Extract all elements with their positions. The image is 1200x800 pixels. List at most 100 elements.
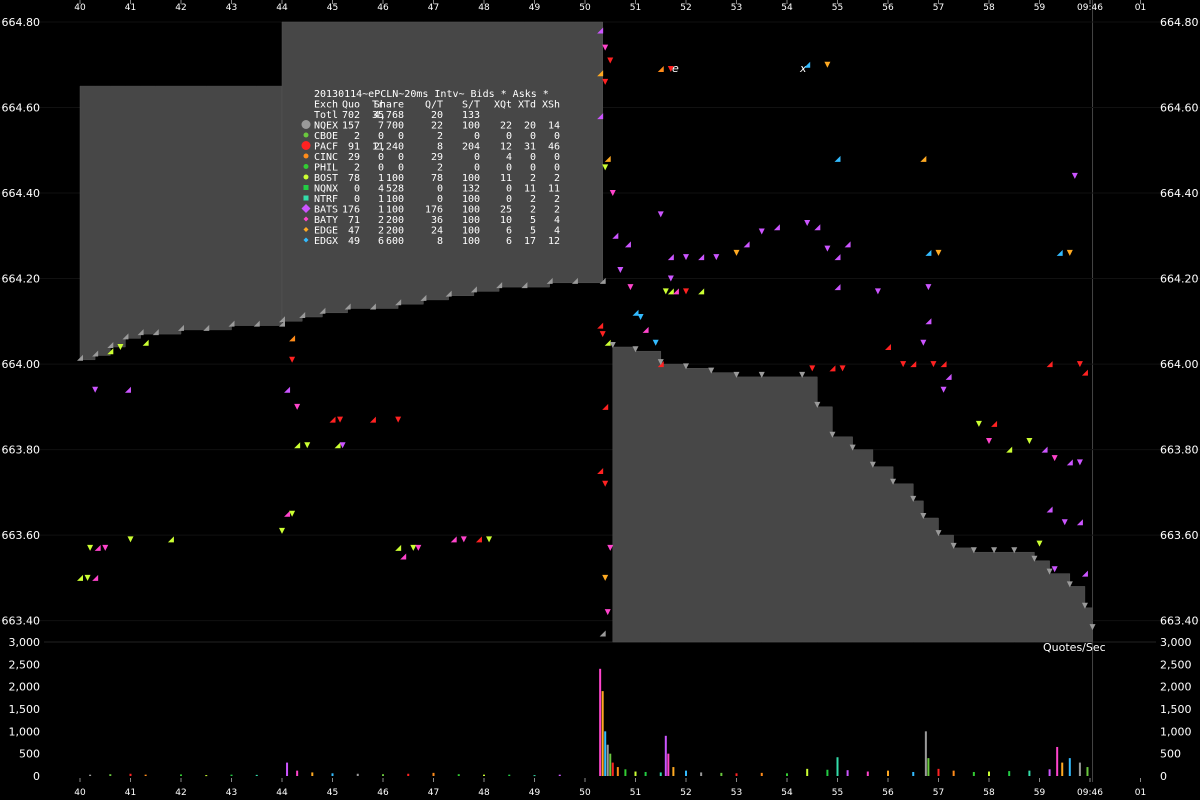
quote-marker <box>604 609 611 616</box>
volume-tick-label-right: 2,500 <box>1160 658 1192 671</box>
quote-marker <box>617 267 624 273</box>
legend-row-cell: 2 <box>554 194 560 205</box>
volume-tick-label-left: 3,000 <box>9 636 41 649</box>
quote-marker <box>415 544 422 551</box>
volume-bar <box>720 772 723 776</box>
legend-header-cell: Quo <box>342 100 360 111</box>
quote-marker <box>935 249 942 256</box>
volume-bar <box>644 771 647 776</box>
volume-bar <box>1061 762 1064 776</box>
legend-row-cell: 46 <box>548 142 560 153</box>
volume-bar <box>1056 746 1059 776</box>
volume-tick-label-right: 2,000 <box>1160 681 1192 694</box>
volume-bar <box>664 735 667 776</box>
volume-bar <box>700 772 703 776</box>
legend-row-cell: 12 <box>500 142 512 153</box>
x-tick-label-bottom: 45 <box>327 788 338 798</box>
quote-marker <box>369 416 376 423</box>
quote-marker <box>925 249 932 256</box>
legend-row-cell: NQNX <box>314 184 338 195</box>
legend-row-cell: 2 <box>378 215 384 226</box>
quote-marker <box>632 309 639 316</box>
legend-row-cell: 200 <box>386 215 404 226</box>
legend-row-cell: 4 <box>554 226 560 237</box>
quote-marker <box>1051 566 1058 573</box>
quote-marker <box>1036 540 1043 547</box>
volume-bar <box>937 768 940 776</box>
quote-marker <box>337 416 344 423</box>
quote-marker <box>334 442 341 449</box>
x-tick-label-top: 46 <box>377 3 389 13</box>
legend-total-cell: 20 <box>431 110 443 121</box>
legend-row-cell: 7 <box>378 121 384 132</box>
volume-bar <box>599 668 602 776</box>
x-tick-label-top: 59 <box>1034 3 1046 13</box>
legend-row-cell: 11 <box>548 184 560 195</box>
x-tick-label-top: 40 <box>74 3 86 13</box>
volume-bar <box>601 691 604 776</box>
x-tick-label-bottom: 41 <box>125 788 136 798</box>
x-tick-label-bottom: 59 <box>1034 788 1046 798</box>
quote-marker <box>1061 519 1068 526</box>
x-tick-label-top: 01 <box>1135 3 1146 13</box>
legend-row-cell: 0 <box>354 184 360 195</box>
legend-row-cell: 4 <box>554 215 560 226</box>
quote-marker <box>834 254 841 261</box>
volume-axis-label: Quotes/Sec <box>1043 641 1106 654</box>
quote-marker <box>637 314 644 321</box>
legend-row-cell: PACF <box>314 142 338 153</box>
legend-header-cell: Exch <box>314 100 338 111</box>
spread-areas <box>79 21 1093 643</box>
quote-marker <box>667 254 674 261</box>
x-tick-label-bottom: 53 <box>731 788 742 798</box>
legend-row-cell: BATS <box>314 205 338 216</box>
legend-row-cell: 78 <box>431 173 443 184</box>
legend-row-cell: 0 <box>506 184 512 195</box>
legend-total-cell: Totl <box>314 110 338 121</box>
x-tick-label-top: 57 <box>933 3 944 13</box>
legend-row-cell: 2 <box>437 131 443 142</box>
legend-swatch-circle <box>301 120 311 129</box>
volume-bar <box>609 753 612 776</box>
quote-marker <box>1066 459 1073 466</box>
volume-bar <box>952 770 955 776</box>
volume-bar <box>129 773 132 776</box>
volume-bar <box>667 753 670 776</box>
legend-row-cell: 5 <box>530 226 536 237</box>
volume-bar <box>109 774 112 776</box>
volume-bar <box>311 772 314 776</box>
x-tick-label-bottom: 47 <box>428 788 439 798</box>
legend-row-cell: 100 <box>462 194 480 205</box>
x-tick-label-top: 41 <box>125 3 136 13</box>
volume-bar <box>604 731 607 776</box>
volume-bar <box>866 771 869 776</box>
volume-bar <box>972 771 975 776</box>
quote-marker <box>940 386 947 393</box>
legend-row-cell: 0 <box>530 131 536 142</box>
quote-marker <box>284 386 291 393</box>
x-tick-label-bottom: 56 <box>882 788 894 798</box>
volume-bar <box>760 772 763 776</box>
volume-bar <box>296 770 299 776</box>
quote-marker <box>602 44 609 51</box>
quote-marker <box>1071 172 1078 179</box>
quote-marker <box>607 57 614 64</box>
quote-marker <box>486 536 493 543</box>
quote-marker <box>627 284 634 291</box>
volume-bar <box>255 774 258 776</box>
volume-tick-label-right: 500 <box>1160 748 1181 761</box>
quote-marker <box>400 553 407 560</box>
legend-row-cell: 31 <box>524 142 536 153</box>
price-tick-label-right: 664.20 <box>1160 273 1199 286</box>
volume-bar <box>735 773 738 776</box>
quote-marker <box>1066 249 1073 256</box>
legend-row-cell: BOST <box>314 173 338 184</box>
x-tick-label-top: 45 <box>327 3 338 13</box>
volume-tick-label-right: 0 <box>1160 770 1167 783</box>
price-tick-label-right: 664.00 <box>1160 358 1199 371</box>
legend-row-cell: 100 <box>462 215 480 226</box>
legend-swatch-circle <box>303 132 309 138</box>
volume-bar <box>634 771 637 776</box>
quote-marker <box>804 219 811 226</box>
legend-row-cell: 29 <box>431 152 443 163</box>
